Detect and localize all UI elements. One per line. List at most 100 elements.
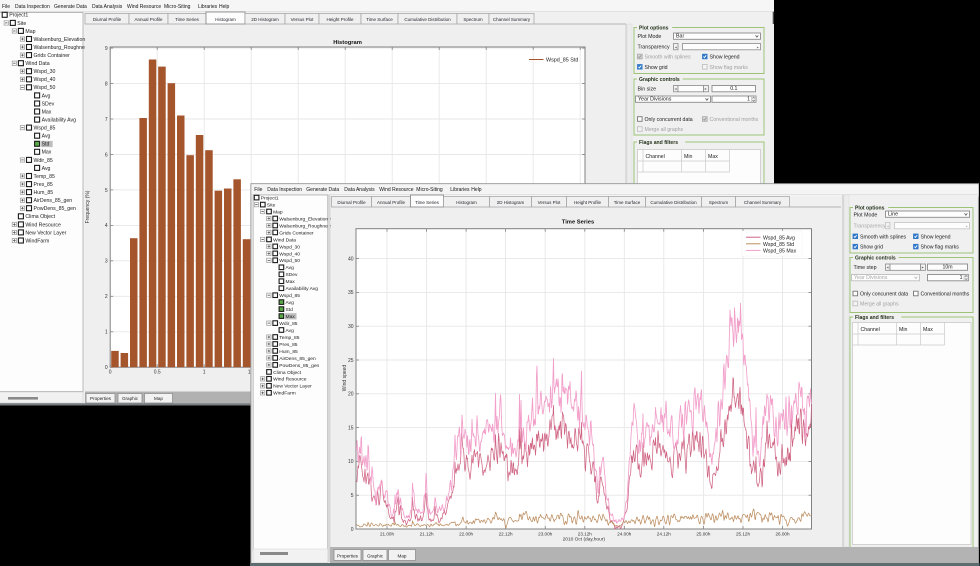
- svg-text:Wspd_40: Wspd_40: [34, 77, 56, 83]
- svg-text:Versus Plot: Versus Plot: [538, 200, 562, 205]
- svg-text:Map: Map: [398, 554, 407, 559]
- svg-text:7: 7: [105, 117, 108, 123]
- svg-text:0.1: 0.1: [730, 86, 737, 92]
- svg-text:Year Divisions: Year Divisions: [854, 275, 888, 281]
- svg-text:Wind Resource: Wind Resource: [127, 4, 161, 10]
- svg-text:Help: Help: [219, 4, 230, 10]
- svg-text:Transparency: Transparency: [854, 224, 887, 230]
- svg-text:Wspd_85 Max: Wspd_85 Max: [763, 249, 797, 255]
- svg-text:Wind Resource: Wind Resource: [273, 377, 307, 383]
- svg-text:1: 1: [203, 370, 206, 376]
- svg-text:Wind Resource: Wind Resource: [379, 187, 413, 193]
- svg-text:Walsenburg_ElevationMa: Walsenburg_ElevationMa: [279, 216, 335, 222]
- svg-text:Time Series: Time Series: [415, 200, 440, 205]
- svg-text:Site: Site: [267, 203, 276, 209]
- svg-text:22.12h: 22.12h: [499, 532, 513, 537]
- svg-text:Smooth with splines: Smooth with splines: [860, 234, 907, 240]
- svg-text:23.12h: 23.12h: [578, 532, 592, 537]
- svg-text:Wspd_85 Std: Wspd_85 Std: [546, 58, 578, 64]
- svg-text:Time Surface: Time Surface: [366, 17, 393, 22]
- svg-text:Versus Plot: Versus Plot: [291, 17, 315, 22]
- svg-text:Time Series: Time Series: [562, 220, 594, 226]
- svg-text:◂: ◂: [675, 86, 677, 91]
- svg-text:Conventional months: Conventional months: [710, 117, 759, 123]
- svg-text:6: 6: [105, 152, 108, 158]
- svg-text:PowDens_85_gen: PowDens_85_gen: [279, 363, 319, 369]
- svg-text:Properties: Properties: [337, 554, 359, 559]
- svg-text:Data Inspection: Data Inspection: [267, 187, 302, 193]
- svg-text:Wind Data: Wind Data: [25, 61, 49, 67]
- svg-text:Cumulative Distribution: Cumulative Distribution: [404, 17, 451, 22]
- svg-text:Clima Object: Clima Object: [273, 370, 302, 376]
- svg-text:Max: Max: [286, 279, 296, 285]
- svg-text:Temp_85: Temp_85: [34, 174, 55, 180]
- svg-text:Max: Max: [42, 150, 52, 156]
- svg-text:Show flag marks: Show flag marks: [710, 65, 749, 71]
- svg-text:Spectrum: Spectrum: [463, 17, 483, 22]
- svg-text:Show grid: Show grid: [860, 245, 883, 251]
- svg-text:Site: Site: [17, 21, 26, 27]
- svg-text:Pres_85: Pres_85: [34, 182, 53, 188]
- svg-text:New Vector Layer: New Vector Layer: [25, 230, 66, 236]
- svg-text:Bar: Bar: [676, 34, 684, 40]
- svg-text:Pres_85: Pres_85: [279, 342, 297, 348]
- svg-text:15: 15: [348, 425, 354, 431]
- svg-text:1: 1: [747, 97, 750, 103]
- svg-text:WindFarm: WindFarm: [25, 238, 49, 244]
- svg-text:AirDens_85_gen: AirDens_85_gen: [279, 356, 316, 362]
- svg-text:Map: Map: [273, 209, 283, 215]
- svg-text:Wspd_30: Wspd_30: [34, 69, 56, 75]
- svg-text:SDev: SDev: [42, 101, 55, 107]
- svg-text:Frequency (%): Frequency (%): [85, 190, 91, 223]
- svg-text:Show flag marks: Show flag marks: [921, 245, 960, 251]
- svg-text:Max: Max: [42, 109, 52, 115]
- svg-text:Max: Max: [923, 327, 933, 333]
- svg-text:Annual Profile: Annual Profile: [134, 17, 163, 22]
- svg-text:9: 9: [105, 46, 108, 52]
- svg-text:Libraries: Libraries: [450, 187, 470, 193]
- svg-text:20: 20: [348, 392, 354, 398]
- svg-text:2010 Oct (day,hour): 2010 Oct (day,hour): [563, 537, 606, 543]
- svg-text:Clima Object: Clima Object: [25, 214, 55, 220]
- svg-text:Show grid: Show grid: [645, 65, 668, 71]
- svg-text:25.12h: 25.12h: [736, 532, 750, 537]
- svg-text:Avg: Avg: [286, 328, 295, 334]
- svg-text:1: 1: [105, 330, 108, 336]
- svg-text:Spectrum: Spectrum: [709, 200, 729, 205]
- svg-text:Merge all graphs: Merge all graphs: [860, 302, 899, 308]
- svg-text:25.00h: 25.00h: [696, 532, 710, 537]
- svg-text:◂: ◂: [887, 223, 889, 228]
- svg-text:5: 5: [105, 188, 108, 194]
- svg-text:Data Analysis: Data Analysis: [92, 4, 123, 10]
- svg-text:Wspd_85: Wspd_85: [279, 293, 300, 299]
- svg-text:Min: Min: [899, 327, 907, 333]
- svg-text:New Vector Layer: New Vector Layer: [273, 384, 312, 390]
- svg-text:Min: Min: [684, 154, 692, 160]
- svg-text:Diurnal Profile: Diurnal Profile: [337, 200, 366, 205]
- svg-text:◂: ◂: [675, 44, 677, 49]
- svg-text:Line: Line: [888, 212, 898, 218]
- svg-text:Histogram: Histogram: [333, 40, 362, 46]
- svg-text:Micro-Siting: Micro-Siting: [416, 187, 443, 193]
- svg-text:▸: ▸: [757, 44, 759, 49]
- svg-text:Wspd_85: Wspd_85: [34, 126, 56, 132]
- svg-text:▸: ▸: [705, 86, 707, 91]
- svg-text:Wind Resource: Wind Resource: [25, 222, 61, 228]
- svg-text:Avg: Avg: [42, 134, 51, 140]
- svg-text:PowDens_85_gen: PowDens_85_gen: [34, 206, 77, 212]
- svg-text:Channel: Channel: [646, 154, 665, 160]
- svg-text:Histogram: Histogram: [215, 17, 236, 22]
- svg-text:Data Inspection: Data Inspection: [15, 4, 50, 10]
- svg-text:Wdir_85: Wdir_85: [34, 158, 53, 164]
- svg-text:Wspd_50: Wspd_50: [279, 258, 300, 264]
- svg-text:Plot Mode: Plot Mode: [854, 213, 878, 219]
- svg-text:Flags and filters: Flags and filters: [639, 140, 678, 146]
- svg-text:0: 0: [109, 370, 112, 376]
- svg-text:Project1: Project1: [261, 196, 279, 202]
- svg-text:Graphic: Graphic: [367, 554, 384, 559]
- svg-text:2D Histogram: 2D Histogram: [251, 17, 279, 22]
- svg-text:Year Divisions: Year Divisions: [638, 97, 672, 103]
- svg-text:Avg: Avg: [42, 166, 51, 172]
- svg-text:2D Histogram: 2D Histogram: [497, 200, 525, 205]
- svg-text:Wspd_30: Wspd_30: [279, 244, 300, 250]
